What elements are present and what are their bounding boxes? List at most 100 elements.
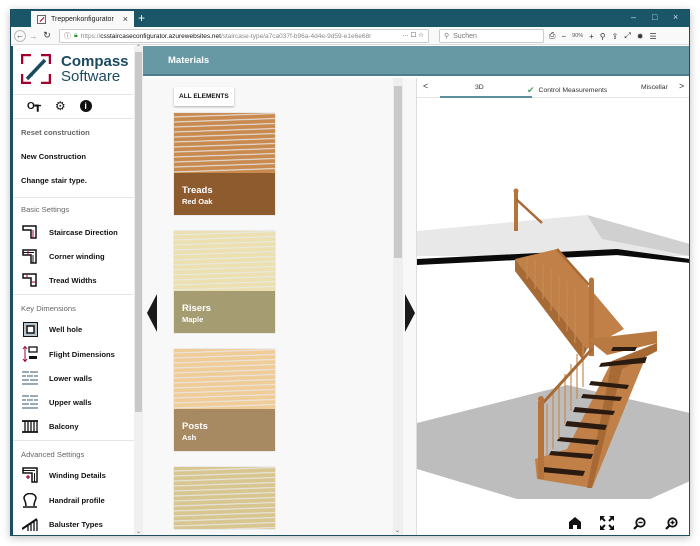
- fullscreen-icon[interactable]: ⤢: [624, 31, 630, 41]
- key-icon[interactable]: O┱: [27, 101, 41, 112]
- close-window-button[interactable]: ×: [673, 12, 678, 22]
- reload-button[interactable]: ↻: [40, 30, 54, 41]
- item-label: Balcony: [49, 421, 79, 431]
- staircase-3d-scene[interactable]: [417, 99, 689, 523]
- sidebar-scroll-thumb[interactable]: [135, 52, 142, 412]
- minimize-button[interactable]: –: [631, 12, 636, 22]
- corner-winding-icon: [21, 248, 39, 264]
- tab-label: Control Measurements: [538, 87, 608, 94]
- sidebar-item-baluster-types[interactable]: Baluster Types: [21, 516, 103, 532]
- flight-dimensions-icon: [21, 346, 39, 362]
- divider: [13, 118, 134, 119]
- navigation-toolbar: ← → ↻ ⓘ 🔒︎ https://csstaircaseconfigurat…: [11, 27, 689, 45]
- sidebar-item-flight-dimensions[interactable]: Flight Dimensions: [21, 346, 115, 362]
- lock-icon: 🔒︎: [74, 32, 78, 39]
- sidebar-item-staircase-direction[interactable]: Staircase Direction: [21, 224, 118, 240]
- sidebar-item-upper-walls[interactable]: Upper walls: [21, 394, 92, 410]
- sidebar-item-corner-winding[interactable]: Corner winding: [21, 248, 105, 264]
- sidebar-scrollbar[interactable]: ⌃ ⌄: [134, 44, 143, 535]
- balcony-icon: [21, 418, 39, 434]
- material-element: Posts: [182, 421, 208, 432]
- tabs-next-button[interactable]: >: [677, 81, 685, 91]
- info-icon[interactable]: ⓘ: [64, 31, 71, 41]
- forward-button[interactable]: →: [26, 31, 40, 41]
- url-bar[interactable]: ⓘ 🔒︎ https://csstaircaseconfigurator.azu…: [59, 29, 429, 43]
- expand-right-arrow[interactable]: [405, 294, 415, 332]
- material-element: Treads: [182, 185, 213, 196]
- scroll-up-icon[interactable]: ⌃: [136, 44, 141, 51]
- favicon-icon: [37, 15, 46, 24]
- material-band: Treads Red Oak: [174, 173, 275, 215]
- item-label: Well hole: [49, 324, 83, 334]
- screenshot-icon[interactable]: ⇪: [612, 32, 619, 41]
- divider: [13, 440, 134, 441]
- item-label: Winding Details: [49, 470, 106, 480]
- menu-icon[interactable]: ☰: [649, 32, 656, 41]
- info-icon[interactable]: i: [79, 100, 92, 112]
- newel-cap: [513, 188, 519, 194]
- back-button[interactable]: ←: [14, 29, 26, 42]
- material-element: Risers: [182, 303, 212, 314]
- collapse-left-arrow[interactable]: [147, 294, 157, 332]
- sidebar-item-well-hole[interactable]: Well hole: [21, 321, 82, 337]
- home-view-icon[interactable]: [567, 516, 583, 530]
- tabs-prev-button[interactable]: <: [423, 81, 428, 91]
- sidebar-icon-row: O┱ ⚙ i: [27, 99, 92, 113]
- tab-miscellaneous[interactable]: Miscellar: [641, 84, 668, 91]
- zoom-in-icon[interactable]: [663, 516, 679, 530]
- item-label: Baluster Types: [49, 519, 103, 529]
- bottom-newel-post: [538, 401, 544, 479]
- section-basic-settings: Basic Settings: [21, 205, 70, 214]
- sidebar-item-winding-details[interactable]: Winding Details: [21, 467, 106, 483]
- zoom-in-button[interactable]: +: [589, 32, 594, 41]
- scroll-down-icon[interactable]: ⌄: [395, 527, 400, 534]
- item-label: Lower walls: [49, 373, 93, 383]
- newel-cap: [538, 396, 544, 402]
- scroll-down-icon[interactable]: ⌄: [136, 528, 141, 535]
- material-card-treads[interactable]: Treads Red Oak: [174, 113, 275, 215]
- change-stair-type-link[interactable]: Change stair type.: [21, 176, 87, 185]
- sidebar-item-tread-widths[interactable]: Tread Widths: [21, 272, 97, 288]
- item-label: Staircase Direction: [49, 227, 118, 237]
- zoom-level[interactable]: 90%: [572, 33, 583, 39]
- fullscreen-icon[interactable]: [599, 516, 615, 530]
- print-icon[interactable]: ⎙: [549, 31, 555, 41]
- active-tab-indicator: [440, 96, 532, 98]
- staircase-direction-icon: [21, 224, 39, 240]
- sidebar-item-handrail-profile[interactable]: Handrail profile: [21, 492, 105, 508]
- new-tab-button[interactable]: +: [138, 10, 145, 26]
- tab-3d[interactable]: 3D: [475, 84, 484, 91]
- materials-scrollbar[interactable]: ⌄: [393, 78, 403, 535]
- maximize-button[interactable]: □: [652, 12, 657, 22]
- browser-window: Treppenkonfigurator × + – □ × ← → ↻ ⓘ 🔒︎…: [10, 9, 690, 536]
- materials-scroll-thumb[interactable]: [394, 86, 402, 258]
- search-input[interactable]: ⚲ Suchen: [439, 29, 544, 43]
- tab-control-measurements[interactable]: ✔ Control Measurements: [527, 84, 607, 95]
- tab-close-button[interactable]: ×: [123, 14, 128, 24]
- material-card-risers[interactable]: Risers Maple: [174, 231, 275, 333]
- material-card-posts[interactable]: Posts Ash: [174, 349, 275, 451]
- winding-details-icon: [21, 467, 39, 483]
- zoom-out-button[interactable]: −: [561, 32, 566, 41]
- page-actions[interactable]: ··· ☐ ☆: [398, 31, 424, 39]
- baluster-types-icon: [21, 516, 39, 532]
- browser-tab[interactable]: Treppenkonfigurator ×: [31, 11, 134, 28]
- viewer-toolbar: [567, 516, 679, 530]
- reset-construction-link[interactable]: Reset construction: [21, 128, 90, 137]
- all-elements-button[interactable]: ALL ELEMENTS: [174, 87, 234, 106]
- extension-icon[interactable]: ✹: [637, 32, 644, 41]
- sidebar-item-lower-walls[interactable]: Lower walls: [21, 370, 92, 386]
- compass-logo: Compass Software: [20, 53, 129, 85]
- material-card[interactable]: [174, 467, 275, 529]
- new-construction-link[interactable]: New Construction: [21, 152, 86, 161]
- sidebar: Compass Software O┱ ⚙ i Reset constructi…: [11, 46, 134, 535]
- section-advanced-settings: Advanced Settings: [21, 450, 85, 459]
- viewer-tabs: < 3D ✔ Control Measurements Miscellar >: [417, 78, 689, 98]
- divider: [13, 294, 134, 295]
- tab-title: Treppenkonfigurator: [51, 16, 114, 23]
- find-icon[interactable]: ⚲: [600, 32, 606, 41]
- gear-icon[interactable]: ⚙: [55, 99, 66, 113]
- zoom-out-icon[interactable]: [631, 516, 647, 530]
- sidebar-item-balcony[interactable]: Balcony: [21, 418, 79, 434]
- logo-mark-icon: [20, 53, 52, 85]
